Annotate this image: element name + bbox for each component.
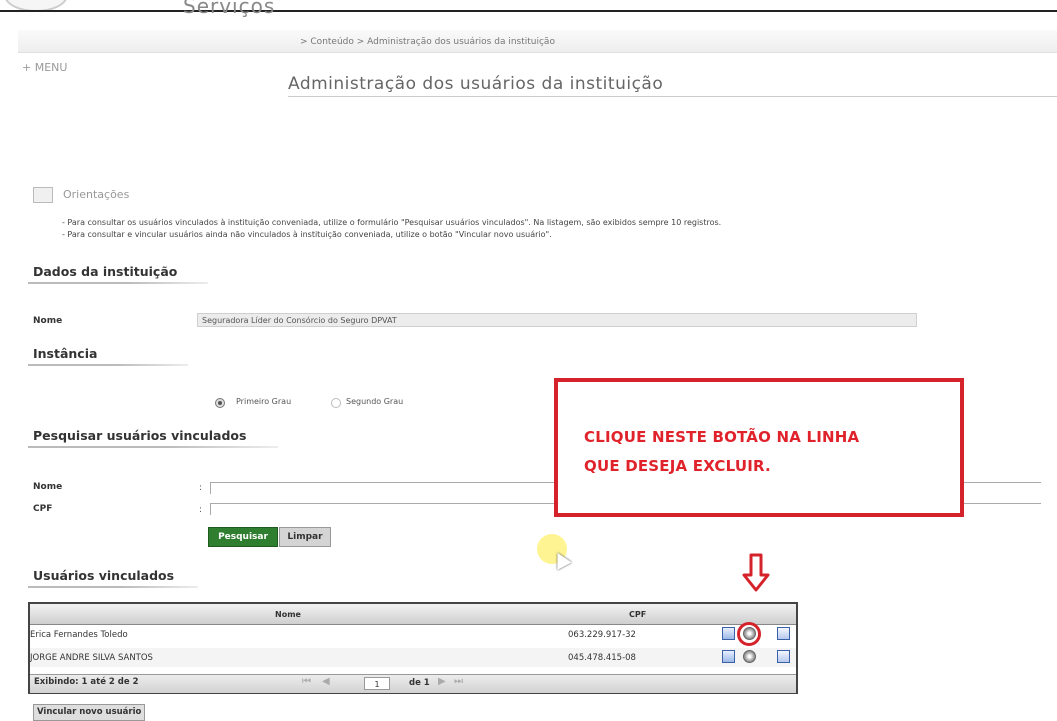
pagination-summary: Exibindo: 1 até 2 de 2 <box>34 677 139 687</box>
section-rule <box>28 364 188 366</box>
section-rule <box>28 282 208 284</box>
section-title-instituicao: Dados da instituição <box>33 264 178 279</box>
column-header-cpf[interactable]: CPF <box>629 610 646 619</box>
user-cpf: 045.478.415-08 <box>568 653 636 663</box>
clear-button[interactable]: Limpar <box>279 527 331 547</box>
nome-instituicao-label: Nome <box>33 316 63 326</box>
section-rule <box>28 446 278 448</box>
header-divider <box>0 10 1057 12</box>
nome-instituicao-field: Seguradora Líder do Consórcio do Seguro … <box>197 313 917 327</box>
last-page-icon[interactable]: ⏭ <box>454 676 463 687</box>
user-name: JORGE ANDRE SILVA SANTOS <box>30 653 153 663</box>
section-rule <box>28 586 198 588</box>
nome-search-label: Nome <box>33 482 63 492</box>
radio-primeiro-grau-label[interactable]: Primeiro Grau <box>236 397 291 406</box>
radio-segundo-grau-label[interactable]: Segundo Grau <box>346 397 403 406</box>
app-title: Serviços <box>183 0 276 18</box>
breadcrumb[interactable]: > Conteúdo > Administração dos usuários … <box>300 37 555 47</box>
field-marker: : <box>199 483 203 493</box>
section-title-pesquisar: Pesquisar usuários vinculados <box>33 428 247 443</box>
radio-primeiro-grau[interactable] <box>215 398 225 408</box>
orientation-title: Orientações <box>63 188 130 201</box>
page-title: Administração dos usuários da instituiçã… <box>288 74 664 94</box>
section-title-usuarios: Usuários vinculados <box>33 568 175 583</box>
search-button[interactable]: Pesquisar <box>208 527 278 547</box>
view-icon[interactable] <box>777 650 790 663</box>
next-page-icon[interactable]: ▶ <box>438 676 446 687</box>
edit-icon[interactable] <box>722 650 735 663</box>
arrow-down-icon <box>742 553 770 592</box>
callout-text-line2: QUE DESEJA EXCLUIR. <box>584 457 771 475</box>
callout-text-line1: CLIQUE NESTE BOTÃO NA LINHA <box>584 428 860 446</box>
edit-icon[interactable] <box>722 627 735 640</box>
view-icon[interactable] <box>777 627 790 640</box>
radio-segundo-grau[interactable] <box>331 398 341 408</box>
section-title-instancia: Instância <box>33 346 98 361</box>
link-new-user-button[interactable]: Vincular novo usuário <box>33 704 146 721</box>
user-cpf: 063.229.917-32 <box>568 630 636 640</box>
orientation-line: - Para consultar os usuários vinculados … <box>62 218 722 227</box>
page-total: de 1 <box>409 678 430 688</box>
delete-highlight-circle <box>737 622 761 646</box>
field-marker: : <box>199 505 203 515</box>
prev-page-icon[interactable]: ◀ <box>322 676 330 687</box>
user-name: Erica Fernandes Toledo <box>30 630 128 640</box>
page-number-input[interactable]: 1 <box>364 677 390 690</box>
table-header <box>30 604 796 625</box>
delete-icon[interactable] <box>743 650 756 663</box>
info-icon <box>33 187 53 203</box>
first-page-icon[interactable]: ⏮ <box>302 676 311 687</box>
menu-button[interactable]: + MENU <box>22 61 67 74</box>
table-row <box>30 625 796 644</box>
instruction-callout <box>554 378 964 517</box>
orientation-line: - Para consultar e vincular usuários ain… <box>62 230 552 239</box>
cpf-search-label: CPF <box>33 504 53 514</box>
title-divider <box>288 96 1057 97</box>
column-header-nome[interactable]: Nome <box>275 610 301 619</box>
